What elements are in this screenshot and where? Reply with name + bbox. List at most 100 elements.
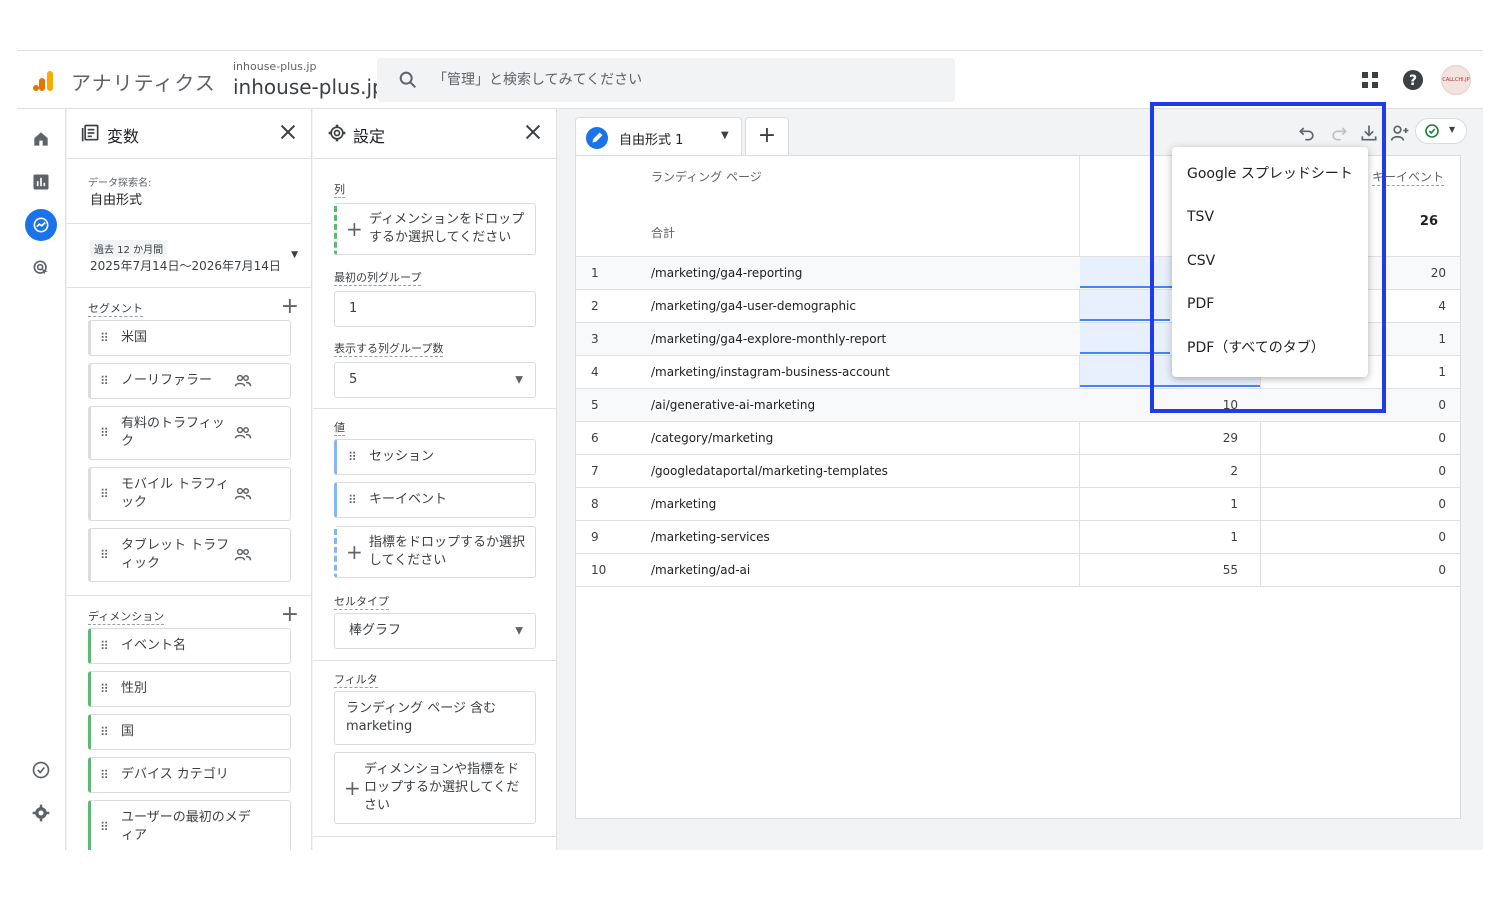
filter-chip[interactable]: ランディング ページ 含む marketing xyxy=(334,691,536,745)
dimension-chip[interactable]: ⠿ イベント名 xyxy=(88,628,291,664)
pencil-icon[interactable] xyxy=(586,127,608,149)
landing-page-cell[interactable]: /marketing/ad-ai xyxy=(651,563,750,577)
landing-page-cell[interactable]: /ai/generative-ai-marketing xyxy=(651,398,815,412)
settings-title: 設定 xyxy=(353,127,386,146)
column-drop-zone[interactable]: + ディメンションをドロップするか選択してください xyxy=(334,203,536,255)
landing-page-cell[interactable]: /marketing/ga4-explore-monthly-report xyxy=(651,332,886,346)
chevron-down-icon[interactable]: ▼ xyxy=(291,250,298,260)
value-chip[interactable]: ⠿ キーイベント xyxy=(334,482,536,518)
search-icon xyxy=(399,71,417,89)
apps-grid-icon[interactable] xyxy=(1358,68,1382,92)
drag-handle-icon[interactable]: ⠿ xyxy=(348,450,357,464)
dimension-label: イベント名 xyxy=(121,638,187,653)
row-index: 7 xyxy=(591,464,599,478)
dimension-chip[interactable]: ⠿ ユーザーの最初のメディア xyxy=(88,800,291,850)
keyevents-cell: 0 xyxy=(1438,464,1446,478)
chevron-down-icon[interactable]: ▼ xyxy=(721,130,729,141)
nav-reports[interactable] xyxy=(25,166,57,198)
landing-page-cell[interactable]: /marketing/ga4-user-demographic xyxy=(651,299,856,313)
segment-label: ノーリファラー xyxy=(121,373,213,388)
tab-free-form-1[interactable]: 自由形式 1 ▼ xyxy=(575,117,742,155)
svg-text:?: ? xyxy=(1409,73,1417,89)
drag-handle-icon[interactable]: ⠿ xyxy=(100,548,109,562)
dimension-label: 国 xyxy=(121,724,135,739)
close-icon[interactable] xyxy=(522,121,544,143)
date-range-section[interactable]: 過去 12 か月間 2025年7月14日〜2026年7月14日 ▼ xyxy=(67,224,311,288)
drag-handle-icon[interactable]: ⠿ xyxy=(348,493,357,507)
nav-home[interactable] xyxy=(25,123,57,155)
account-property-small[interactable]: inhouse-plus.jp xyxy=(233,60,316,73)
keyevents-cell: 1 xyxy=(1438,365,1446,379)
segment-chip[interactable]: ⠿ モバイル トラフィック xyxy=(88,467,291,521)
nav-admin[interactable] xyxy=(25,797,57,829)
add-dimension-button[interactable]: + xyxy=(281,604,299,626)
account-avatar[interactable]: CALLCHI.JP xyxy=(1441,65,1471,95)
shown-col-groups-select[interactable]: 5 ▼ xyxy=(334,362,536,398)
drag-handle-icon[interactable]: ⠿ xyxy=(100,682,109,696)
landing-page-cell[interactable]: /marketing-services xyxy=(651,530,770,544)
dimension-chip[interactable]: ⠿ 国 xyxy=(88,714,291,750)
table-row[interactable]: 9/marketing-services 1 0 xyxy=(576,521,1460,554)
close-icon[interactable] xyxy=(277,121,299,143)
nav-configure[interactable] xyxy=(25,754,57,786)
segment-chip[interactable]: ⠿ 米国 xyxy=(88,320,291,356)
table-row[interactable]: 7/googledataportal/marketing-templates 2 0 xyxy=(576,455,1460,488)
drag-handle-icon[interactable]: ⠿ xyxy=(100,331,109,345)
people-icon xyxy=(234,487,252,500)
shown-col-groups-label: 表示する列グループ数 xyxy=(334,342,444,357)
value-drop-zone[interactable]: + 指標をドロップするか選択してください xyxy=(334,526,536,578)
segment-chip[interactable]: ⠿ タブレット トラフィック xyxy=(88,528,291,582)
sessions-cell: 1 xyxy=(1230,497,1238,511)
landing-page-cell[interactable]: /category/marketing xyxy=(651,431,773,445)
drag-handle-icon[interactable]: ⠿ xyxy=(100,768,109,782)
dimension-chip[interactable]: ⠿ デバイス カテゴリ xyxy=(88,757,291,793)
landing-page-cell[interactable]: /marketing xyxy=(651,497,716,511)
columns-label: 列 xyxy=(334,183,345,198)
table-row[interactable]: 8/marketing 1 0 xyxy=(576,488,1460,521)
drag-handle-icon[interactable]: ⠿ xyxy=(100,820,109,834)
value-drop-text: 指標をドロップするか選択してください xyxy=(369,535,526,568)
cell-type-select[interactable]: 棒グラフ ▼ xyxy=(334,613,536,649)
dimension-chip[interactable]: ⠿ 性別 xyxy=(88,671,291,707)
total-label: 合計 xyxy=(651,226,676,240)
status-check-dropdown[interactable]: ▼ xyxy=(1415,118,1467,144)
drag-handle-icon[interactable]: ⠿ xyxy=(100,639,109,653)
first-col-group-input[interactable]: 1 xyxy=(334,291,536,327)
landing-page-cell[interactable]: /marketing/instagram-business-account xyxy=(651,365,890,379)
segment-chip[interactable]: ⠿ ノーリファラー xyxy=(88,363,291,399)
gear-icon xyxy=(328,124,346,142)
landing-page-cell[interactable]: /marketing/ga4-reporting xyxy=(651,266,802,280)
share-person-icon[interactable] xyxy=(1389,123,1411,143)
table-row[interactable]: 10/marketing/ad-ai 55 0 xyxy=(576,554,1460,587)
drag-handle-icon[interactable]: ⠿ xyxy=(100,374,109,388)
search-input[interactable] xyxy=(433,66,933,94)
search-bar[interactable] xyxy=(377,58,955,102)
row-index: 5 xyxy=(591,398,599,412)
home-icon xyxy=(34,132,48,146)
row-index: 9 xyxy=(591,530,599,544)
nav-advertising[interactable] xyxy=(25,252,57,284)
filter-drop-zone[interactable]: + ディメンションや指標をドロップするか選択してください xyxy=(334,752,536,824)
avatar-text: CALLCHI.JP xyxy=(1442,77,1470,83)
drag-handle-icon[interactable]: ⠿ xyxy=(100,487,109,501)
help-icon[interactable]: ? xyxy=(1401,68,1425,92)
account-property-name[interactable]: inhouse-plus.jp xyxy=(233,75,385,99)
sessions-cell: 29 xyxy=(1222,431,1238,445)
sessions-cell: 2 xyxy=(1230,464,1238,478)
value-chip[interactable]: ⠿ セッション xyxy=(334,439,536,475)
nav-explore[interactable] xyxy=(25,209,57,241)
add-segment-button[interactable]: + xyxy=(281,296,299,318)
cell-type-label: セルタイプ xyxy=(334,595,389,610)
drag-handle-icon[interactable]: ⠿ xyxy=(100,426,109,440)
drag-handle-icon[interactable]: ⠿ xyxy=(100,725,109,739)
landing-page-cell[interactable]: /googledataportal/marketing-templates xyxy=(651,464,888,478)
table-row[interactable]: 6/category/marketing 29 0 xyxy=(576,422,1460,455)
check-circle-icon xyxy=(1425,124,1439,138)
analytics-logo-icon[interactable] xyxy=(31,69,55,93)
landing-page-header[interactable]: ランディング ページ xyxy=(651,168,762,185)
add-tab-button[interactable]: + xyxy=(745,117,789,155)
exploration-name-value[interactable]: 自由形式 xyxy=(90,189,142,208)
segment-chip[interactable]: ⠿ 有料のトラフィック xyxy=(88,406,291,460)
shown-col-groups-value: 5 xyxy=(349,372,358,387)
sessions-cell: 1 xyxy=(1230,530,1238,544)
